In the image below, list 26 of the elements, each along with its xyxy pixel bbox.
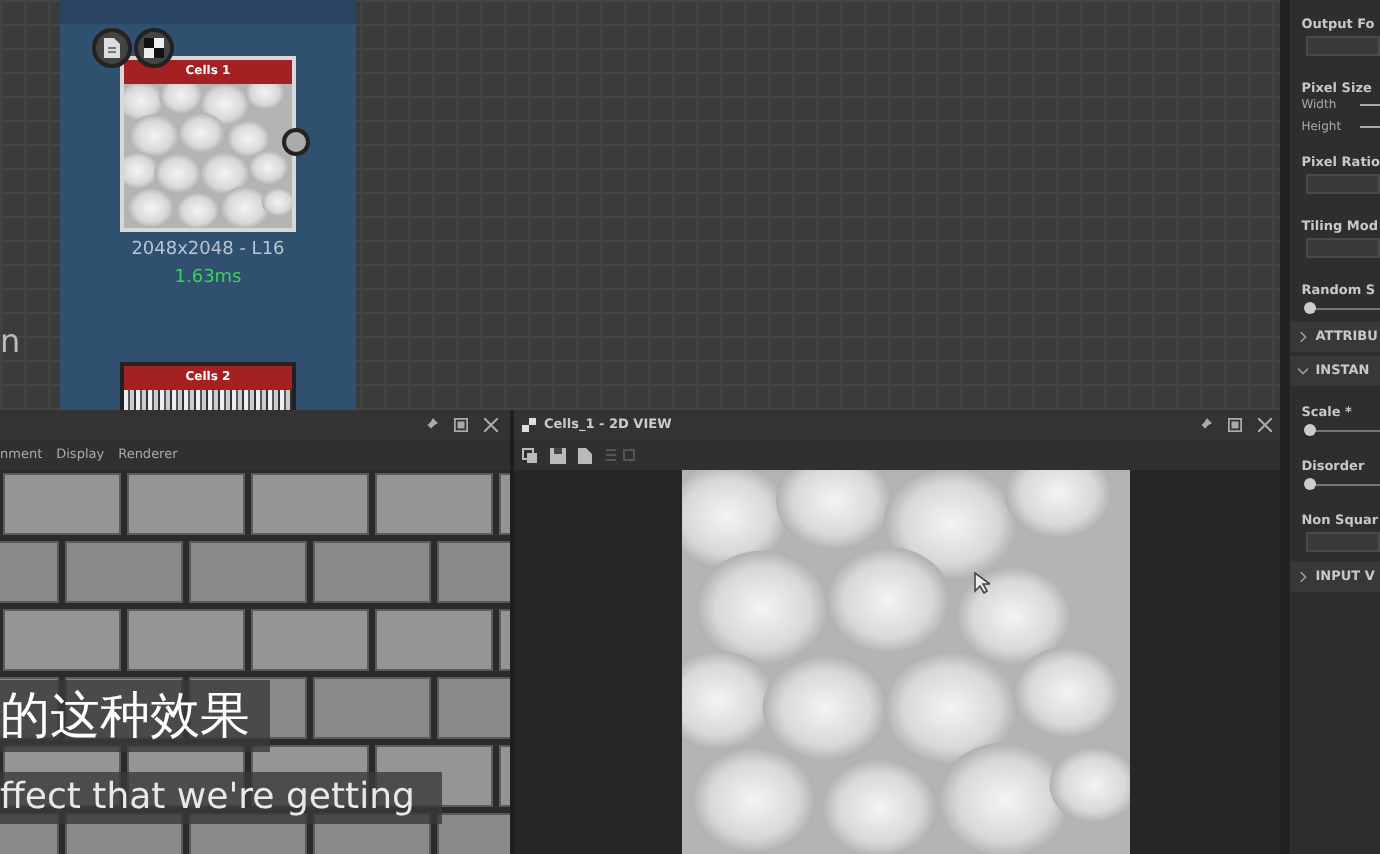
copy-icon[interactable] <box>522 447 538 463</box>
canvas-text: n <box>0 326 21 358</box>
slider-thumb[interactable] <box>1303 302 1316 314</box>
close-icon[interactable] <box>484 418 498 432</box>
output-connector[interactable] <box>282 128 310 156</box>
subtitle-text: 的这种效果 <box>0 680 270 752</box>
dropdown-field[interactable] <box>1305 238 1380 258</box>
dropdown-field[interactable] <box>1305 174 1380 194</box>
checker-icon <box>522 418 536 432</box>
pin-icon[interactable] <box>1197 418 1212 432</box>
checker-icon[interactable] <box>134 28 174 68</box>
document-icon[interactable] <box>578 447 592 463</box>
node-resolution: 2048x2048 - L16 <box>131 242 285 260</box>
dropdown-field[interactable] <box>1305 36 1380 56</box>
cursor-icon <box>974 572 990 594</box>
document-icon[interactable] <box>92 28 132 68</box>
dropdown-field[interactable] <box>1305 532 1380 552</box>
pin-icon[interactable] <box>424 418 438 432</box>
save-icon[interactable] <box>550 447 566 463</box>
subtitle-text: ffect that we're getting <box>0 772 443 824</box>
node-time: 1.63ms <box>174 270 242 288</box>
slider-thumb[interactable] <box>1303 478 1316 490</box>
maximize-icon[interactable] <box>1227 418 1242 432</box>
slider-thumb[interactable] <box>1303 424 1316 436</box>
maximize-icon[interactable] <box>454 418 468 432</box>
close-icon[interactable] <box>1257 418 1272 432</box>
